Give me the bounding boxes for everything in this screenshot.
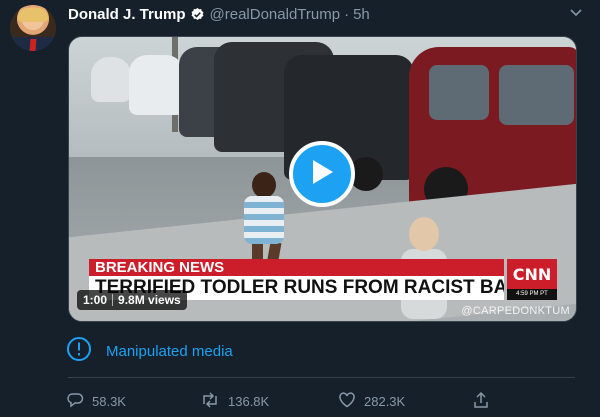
- manipulated-media-notice[interactable]: Manipulated media: [66, 336, 233, 367]
- avatar-tie: [29, 39, 37, 51]
- verified-badge-icon: [190, 7, 205, 22]
- video-player[interactable]: BREAKING NEWS TERRIFIED TODLER RUNS FROM…: [68, 36, 577, 322]
- reply-icon: [66, 391, 92, 412]
- tweet[interactable]: Donald J. Trump @realDonaldTrump · 5h BR…: [0, 0, 600, 417]
- video-watermark: @CARPEDONKTUM: [461, 305, 570, 317]
- avatar[interactable]: [10, 5, 56, 51]
- like-button[interactable]: 282.3K: [338, 390, 405, 412]
- share-icon: [472, 391, 498, 412]
- network-logo: CNN: [507, 259, 557, 289]
- avatar-hair: [18, 8, 48, 22]
- reply-count: 58.3K: [92, 393, 126, 409]
- author-name[interactable]: Donald J. Trump: [68, 6, 186, 23]
- like-count: 282.3K: [364, 393, 406, 409]
- info-circle-icon: [66, 336, 92, 367]
- author-handle[interactable]: @realDonaldTrump: [210, 6, 341, 23]
- retweet-icon: [200, 391, 228, 412]
- divider: [68, 377, 575, 378]
- tweet-header: Donald J. Trump @realDonaldTrump · 5h: [68, 4, 370, 24]
- header-separator: ·: [344, 5, 350, 23]
- video-views: 9.8M views: [118, 293, 181, 307]
- reply-button[interactable]: 58.3K: [66, 390, 126, 412]
- retweet-button[interactable]: 136.8K: [200, 390, 269, 412]
- video-duration: 1:00: [83, 293, 108, 307]
- retweet-count: 136.8K: [228, 393, 270, 409]
- manipulated-media-label[interactable]: Manipulated media: [106, 343, 233, 360]
- play-button[interactable]: [289, 141, 355, 207]
- share-button[interactable]: [472, 390, 498, 412]
- tweet-timestamp[interactable]: 5h: [353, 6, 370, 23]
- play-icon: [309, 158, 335, 191]
- breaking-news-label: BREAKING NEWS: [89, 259, 504, 276]
- tweet-actions: 58.3K 136.8K 282.3K: [66, 390, 586, 412]
- chevron-down-icon[interactable]: [568, 4, 584, 20]
- network-time: 4:59 PM PT: [507, 289, 557, 300]
- video-stats-badge: 1:00 9.8M views: [77, 290, 187, 310]
- heart-icon: [338, 391, 364, 412]
